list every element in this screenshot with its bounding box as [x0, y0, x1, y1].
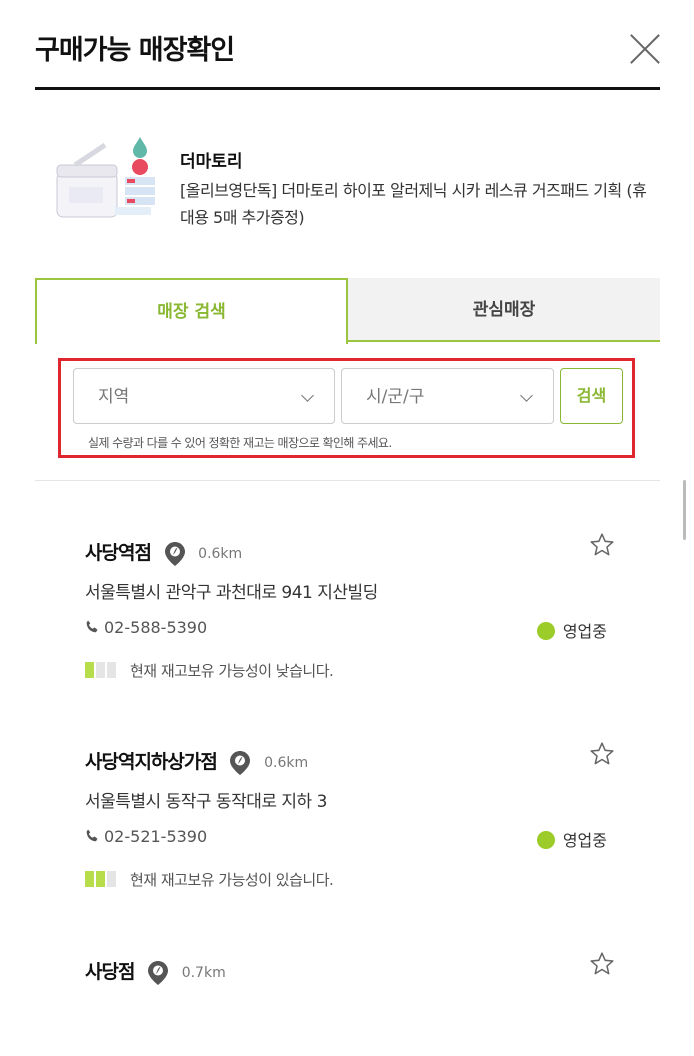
stock-text: 현재 재고보유 가능성이 있습니다.: [130, 871, 334, 889]
store-distance: 0.7km: [181, 964, 226, 981]
stock-level-bars: [85, 662, 118, 682]
open-status-dot: [536, 622, 555, 640]
district-select[interactable]: 시/군/구: [341, 368, 554, 424]
store-tabs: 매장 검색 관심매장: [35, 278, 660, 344]
search-button[interactable]: 검색: [560, 368, 623, 424]
store-search-form: 지역 시/군/구 검색 실제 수량과 다를 수 있어 정확한 재고는 매장으로 …: [58, 358, 635, 458]
page-title: 구매가능 매장확인: [35, 35, 235, 66]
store-item[interactable]: 사당역지하상가점 0.6km 서울특별시 동작구 동작대로 지하 3 02-52…: [85, 742, 615, 889]
phone-icon: [86, 620, 98, 633]
chevron-down-icon: [301, 389, 314, 402]
store-address: 서울특별시 관악구 과천대로 941 지산빌딩: [85, 583, 378, 603]
store-status: 영업중: [562, 831, 607, 850]
district-select-value: 시/군/구: [366, 387, 425, 407]
product-info: 더마토리 [올리브영단독] 더마토리 하이포 알러제닉 시카 레스큐 거즈패드 …: [55, 135, 655, 235]
tab-store-search[interactable]: 매장 검색: [35, 278, 348, 344]
store-phone[interactable]: 02-521-5390: [104, 827, 207, 846]
store-name: 사당역지하상가점: [85, 751, 218, 773]
chevron-down-icon: [520, 389, 533, 402]
store-phone[interactable]: 02-588-5390: [104, 618, 207, 637]
store-address: 서울특별시 동작구 동작대로 지하 3: [85, 792, 327, 812]
stock-text: 현재 재고보유 가능성이 낮습니다.: [130, 662, 334, 680]
store-name: 사당역점: [85, 542, 152, 564]
stock-notice: 실제 수량과 다를 수 있어 정확한 재고는 매장으로 확인해 주세요.: [88, 436, 392, 450]
open-status-dot: [536, 831, 555, 849]
star-icon[interactable]: [589, 951, 615, 977]
map-pin-icon[interactable]: [148, 960, 169, 985]
region-select-value: 지역: [98, 387, 130, 407]
star-icon[interactable]: [589, 532, 615, 558]
map-pin-icon[interactable]: [230, 750, 251, 775]
modal-header: 구매가능 매장확인: [35, 28, 660, 90]
scrollbar[interactable]: [683, 480, 686, 540]
tab-favorite-stores[interactable]: 관심매장: [348, 278, 660, 342]
store-item[interactable]: 사당점 0.7km: [85, 952, 615, 997]
store-status: 영업중: [562, 622, 607, 641]
star-icon[interactable]: [589, 741, 615, 767]
product-name: [올리브영단독] 더마토리 하이포 알러제닉 시카 레스큐 거즈패드 기획 (휴…: [180, 181, 647, 227]
product-image: [56, 137, 155, 218]
map-pin-icon[interactable]: [164, 541, 185, 566]
close-icon[interactable]: [630, 34, 660, 64]
store-name: 사당점: [85, 961, 135, 983]
store-distance: 0.6km: [198, 545, 243, 562]
region-select[interactable]: 지역: [73, 368, 335, 424]
phone-icon: [86, 829, 98, 842]
store-item[interactable]: 사당역점 0.6km 서울특별시 관악구 과천대로 941 지산빌딩 02-58…: [85, 533, 615, 680]
product-brand: 더마토리: [180, 152, 243, 172]
stock-level-bars: [85, 871, 118, 891]
divider: [35, 480, 660, 481]
store-distance: 0.6km: [264, 754, 309, 771]
